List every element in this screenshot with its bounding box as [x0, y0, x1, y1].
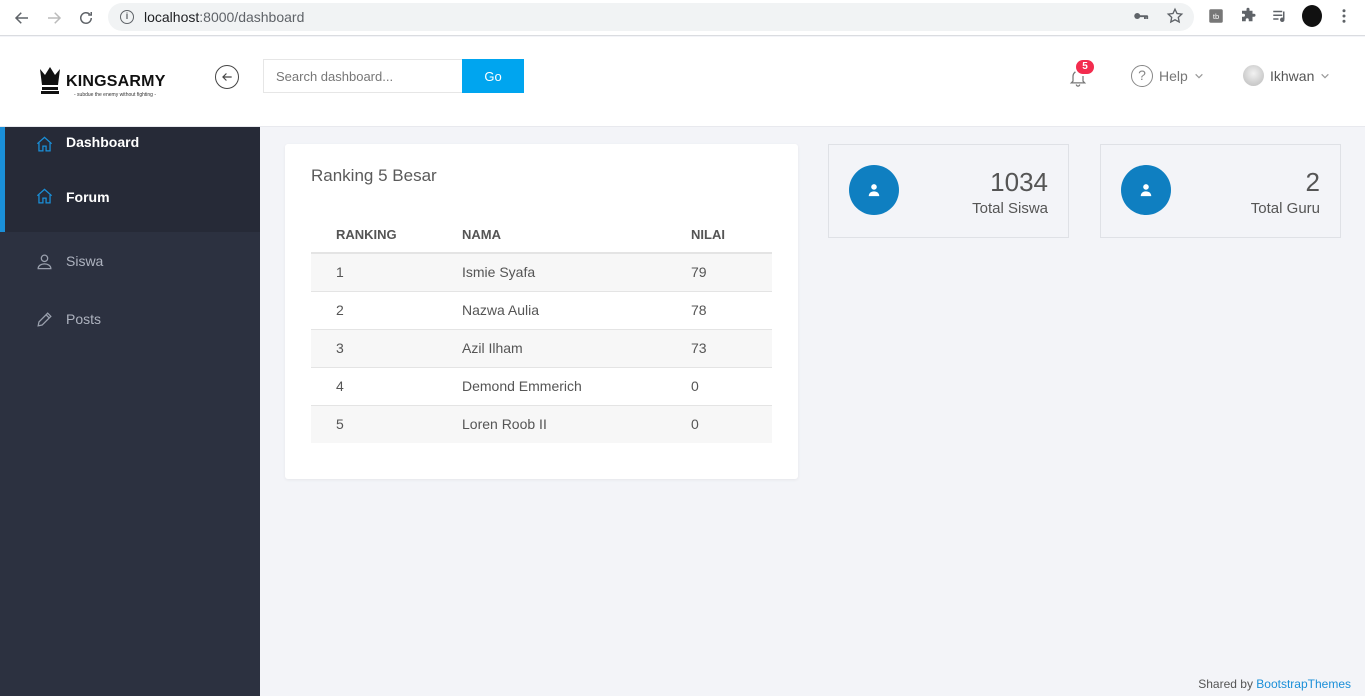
- puzzle-icon[interactable]: [1238, 6, 1258, 26]
- profile-avatar-icon[interactable]: [1302, 5, 1322, 27]
- user-icon: [34, 251, 54, 271]
- cell-nama: Azil Ilham: [462, 329, 691, 368]
- table-header-row: RANKING NAMA NILAI: [311, 216, 772, 254]
- cell-nama: Loren Roob II: [462, 405, 691, 443]
- sidebar-item-label: Posts: [66, 311, 102, 327]
- key-icon[interactable]: [1132, 7, 1150, 30]
- table-row: 3 Azil Ilham 73: [311, 329, 772, 368]
- table-row: 2 Nazwa Aulia 78: [311, 291, 772, 330]
- sidebar-item-siswa[interactable]: Siswa: [0, 232, 260, 290]
- pencil-icon: [34, 309, 54, 329]
- logo-name: KINGSARMY: [66, 73, 166, 90]
- stat-label: Total Siswa: [972, 200, 1048, 217]
- extension-tb-icon[interactable]: tb: [1206, 6, 1226, 26]
- star-icon[interactable]: [1166, 7, 1184, 30]
- browser-forward-icon[interactable]: [38, 2, 70, 34]
- cell-nama: Nazwa Aulia: [462, 291, 691, 330]
- help-menu[interactable]: ? Help: [1131, 65, 1204, 87]
- avatar: [1243, 65, 1264, 86]
- url-host: localhost: [144, 9, 200, 25]
- user-menu[interactable]: Ikhwan: [1243, 65, 1330, 86]
- cell-nilai: 73: [691, 329, 772, 368]
- cell-nilai: 0: [691, 367, 772, 406]
- more-menu-icon[interactable]: [1334, 6, 1354, 26]
- cell-nilai: 79: [691, 253, 772, 292]
- footer-link[interactable]: BootstrapThemes: [1256, 677, 1351, 691]
- stat-value: 2: [1305, 167, 1320, 197]
- ranking-table: RANKING NAMA NILAI 1 Ismie Syafa 79 2 Na…: [311, 216, 772, 443]
- help-label: Help: [1159, 68, 1188, 84]
- user-icon: [1121, 165, 1171, 215]
- cell-ranking: 2: [311, 291, 462, 330]
- cell-nilai: 0: [691, 405, 772, 443]
- column-header-nilai: NILAI: [691, 216, 772, 254]
- question-icon: ?: [1131, 65, 1153, 87]
- stat-card-total-guru: 2 Total Guru: [1100, 144, 1341, 238]
- cell-ranking: 4: [311, 367, 462, 406]
- notification-count-badge: 5: [1074, 58, 1096, 76]
- stat-label: Total Guru: [1250, 200, 1320, 217]
- arrow-left-icon: [222, 73, 232, 81]
- url-text: localhost:8000/dashboard: [144, 9, 304, 25]
- search-go-button[interactable]: Go: [462, 59, 524, 93]
- ranking-title: Ranking 5 Besar: [311, 166, 437, 185]
- search-form: Go: [263, 59, 524, 93]
- ranking-card: Ranking 5 Besar RANKING NAMA NILAI 1 Ism…: [285, 144, 798, 479]
- footer-credit: Shared by BootstrapThemes: [1198, 677, 1351, 691]
- table-row: 4 Demond Emmerich 0: [311, 367, 772, 406]
- sidebar-item-dashboard[interactable]: Dashboard: [0, 127, 260, 161]
- cell-ranking: 1: [311, 253, 462, 292]
- home-icon: [34, 134, 54, 154]
- stat-value: 1034: [990, 167, 1048, 197]
- svg-text:tb: tb: [1213, 12, 1219, 21]
- sidebar-item-posts[interactable]: Posts: [0, 290, 260, 348]
- column-header-ranking: RANKING: [311, 216, 462, 254]
- search-input[interactable]: [263, 59, 462, 93]
- sidebar-toggle-button[interactable]: [215, 65, 239, 89]
- address-bar[interactable]: i localhost:8000/dashboard: [108, 3, 1194, 31]
- app-header: KINGSARMY - subdue the enemy without fig…: [0, 37, 1365, 127]
- stat-card-total-siswa: 1034 Total Siswa: [828, 144, 1069, 238]
- footer-prefix: Shared by: [1198, 677, 1253, 691]
- browser-reload-icon[interactable]: [70, 2, 102, 34]
- column-header-nama: NAMA: [462, 216, 691, 254]
- home-icon: [34, 187, 54, 207]
- brand-logo[interactable]: KINGSARMY - subdue the enemy without fig…: [38, 65, 166, 98]
- logo-tagline: - subdue the enemy without fighting -: [74, 92, 156, 98]
- browser-back-icon[interactable]: [6, 2, 38, 34]
- media-list-icon[interactable]: [1270, 6, 1290, 26]
- chevron-down-icon: [1321, 73, 1330, 79]
- url-path: :8000/dashboard: [199, 9, 305, 25]
- chevron-down-icon: [1195, 73, 1203, 79]
- cell-nama: Ismie Syafa: [462, 253, 691, 292]
- table-row: 5 Loren Roob II 0: [311, 405, 772, 443]
- sidebar: Dashboard Forum Siswa Posts: [0, 127, 260, 696]
- sidebar-item-label: Dashboard: [66, 134, 140, 150]
- cell-nama: Demond Emmerich: [462, 367, 691, 406]
- table-row: 1 Ismie Syafa 79: [311, 253, 772, 292]
- sidebar-item-label: Forum: [66, 188, 110, 205]
- cell-ranking: 3: [311, 329, 462, 368]
- sidebar-item-forum[interactable]: Forum: [0, 161, 260, 232]
- user-icon: [849, 165, 899, 215]
- cell-ranking: 5: [311, 405, 462, 443]
- crown-icon: [40, 67, 60, 94]
- user-name: Ikhwan: [1270, 67, 1315, 84]
- cell-nilai: 78: [691, 291, 772, 330]
- browser-toolbar: i localhost:8000/dashboard tb: [0, 0, 1365, 36]
- site-info-icon[interactable]: i: [120, 10, 134, 24]
- sidebar-item-label: Siswa: [66, 253, 104, 269]
